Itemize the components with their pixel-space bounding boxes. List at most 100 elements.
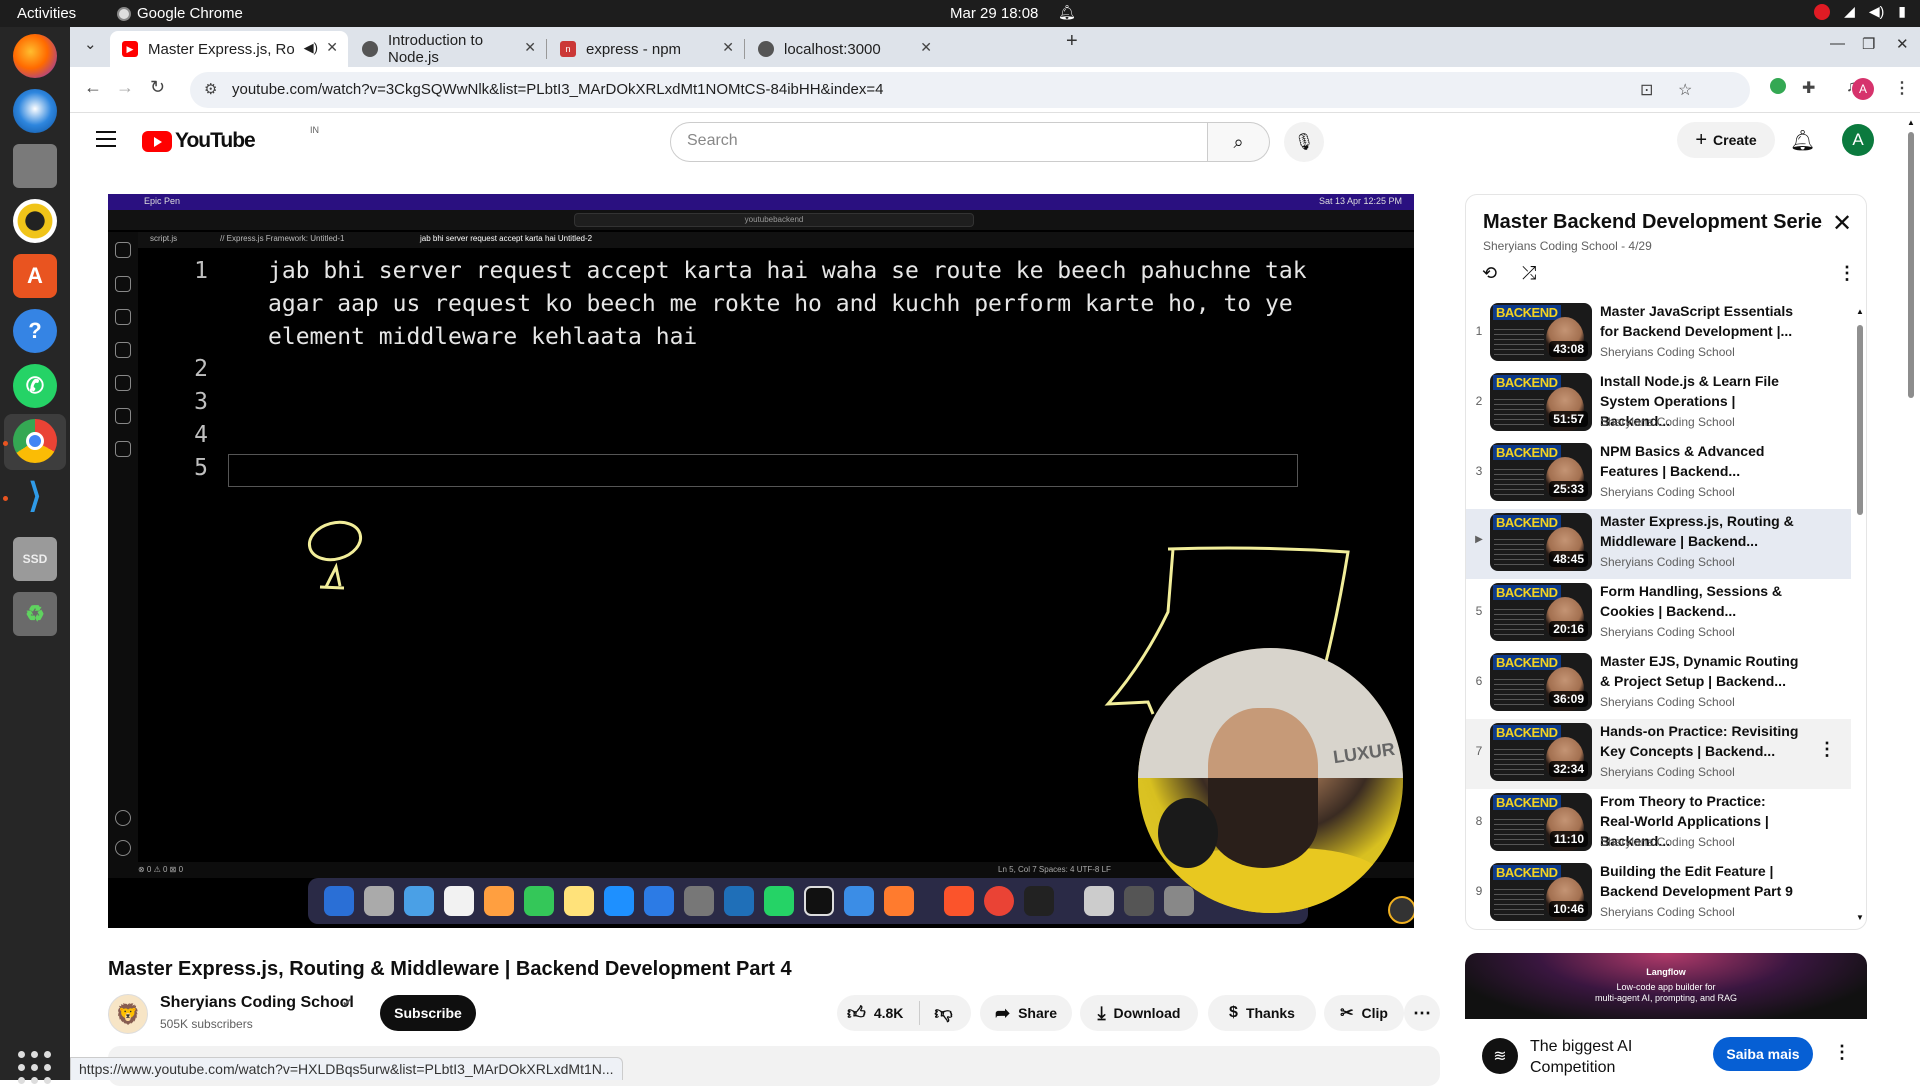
playlist-item[interactable]: 2 BACKEND 51:57 Install Node.js & Learn F… <box>1466 369 1851 439</box>
site-info-icon[interactable]: ⚙ <box>204 80 217 98</box>
chrome-menu-icon[interactable]: ⋮ <box>1894 78 1910 98</box>
share-label: Share <box>1018 1005 1057 1021</box>
advertiser-logo[interactable]: ≋ <box>1482 1038 1518 1074</box>
playlist-item[interactable]: 3 BACKEND 25:33 NPM Basics & Advanced Fea… <box>1466 439 1851 509</box>
channel-watermark[interactable] <box>1388 896 1414 924</box>
activities-button[interactable]: Activities <box>17 5 76 22</box>
close-tab-icon[interactable]: ✕ <box>524 39 536 56</box>
ad-cta-button[interactable]: Saiba mais <box>1713 1037 1813 1071</box>
playlist-scrollbar[interactable]: ▲ ▼ <box>1856 307 1864 922</box>
scroll-down-icon[interactable]: ▼ <box>1856 913 1864 922</box>
rhythmbox-icon[interactable] <box>13 199 57 243</box>
firefox-icon[interactable] <box>13 34 57 78</box>
verified-badge-icon: ✔ <box>342 995 353 1010</box>
close-playlist-icon[interactable]: ✕ <box>1832 209 1852 238</box>
whatsapp-icon[interactable]: ✆ <box>13 364 57 408</box>
thunderbird-icon[interactable] <box>13 89 57 133</box>
profile-avatar[interactable]: A <box>1852 78 1874 100</box>
playlist-video-channel: Sheryians Coding School <box>1600 345 1735 359</box>
thanks-label: Thanks <box>1245 1005 1295 1021</box>
playlist-more-icon[interactable]: ⋮ <box>1838 263 1856 284</box>
system-tray[interactable]: ◢ ◀) ▮ <box>1814 3 1906 20</box>
close-window-icon[interactable]: ✕ <box>1896 35 1909 53</box>
share-button[interactable]: ➦ Share <box>980 995 1072 1031</box>
video-thumbnail: BACKEND 11:10 <box>1490 793 1592 851</box>
minimize-icon[interactable]: — <box>1830 35 1845 52</box>
tab-youtube[interactable]: ▶ Master Express.js, Ro ◀) ✕ <box>110 31 348 67</box>
channel-name[interactable]: Sheryians Coding School <box>160 994 354 1012</box>
subscribe-button[interactable]: Subscribe <box>380 995 476 1031</box>
close-tab-icon[interactable]: ✕ <box>722 39 734 56</box>
playlist-item[interactable]: 8 BACKEND 11:10 From Theory to Practice: … <box>1466 789 1851 859</box>
audio-playing-icon[interactable]: ◀) <box>304 40 318 56</box>
clip-button[interactable]: ✂ Clip <box>1324 995 1404 1031</box>
reload-icon[interactable]: ↻ <box>150 77 165 98</box>
extension-green-icon[interactable] <box>1770 78 1786 94</box>
forward-icon[interactable]: → <box>116 77 134 98</box>
ssd-drive-icon[interactable]: SSD <box>13 537 57 581</box>
loop-playlist-icon[interactable]: ⟲ <box>1482 263 1497 284</box>
video-player[interactable]: Epic Pen Sat 13 Apr 12:25 PM youtubeback… <box>108 194 1414 928</box>
trash-icon[interactable]: ♻ <box>13 592 57 636</box>
tab-localhost[interactable]: localhost:3000 ✕ <box>746 31 942 67</box>
globe-icon <box>758 41 774 57</box>
presenter-webcam: LUXUR <box>1138 648 1403 913</box>
create-button[interactable]: + Create <box>1677 122 1775 158</box>
youtube-play-icon <box>142 130 172 152</box>
address-bar[interactable]: ⚙ youtube.com/watch?v=3CkgSQWwNlk&list=P… <box>190 72 1750 108</box>
tab-search-icon[interactable]: ⌄ <box>84 35 97 53</box>
clip-label: Clip <box>1361 1005 1388 1021</box>
like-button[interactable]: 👍︎ 4.8K <box>847 1002 903 1024</box>
scroll-up-icon[interactable]: ▲ <box>1907 118 1915 127</box>
playlist-item[interactable]: 6 BACKEND 36:09 Master EJS, Dynamic Routi… <box>1466 649 1851 719</box>
vscode-icon[interactable]: ⟩ <box>13 474 57 518</box>
clock[interactable]: Mar 29 18:08 <box>950 5 1038 22</box>
new-tab-icon[interactable]: + <box>1066 30 1078 53</box>
close-tab-icon[interactable]: ✕ <box>326 39 338 56</box>
ad-banner[interactable]: Langflow Low-code app builder for multi-… <box>1465 953 1867 1019</box>
app-center-icon[interactable]: A <box>13 254 57 298</box>
tab-express-npm[interactable]: n express - npm ✕ <box>548 31 745 67</box>
playlist-item[interactable]: 5 BACKEND 20:16 Form Handling, Sessions &… <box>1466 579 1851 649</box>
channel-avatar[interactable]: 🦁 <box>108 994 148 1034</box>
notifications-bell-icon[interactable]: 🔔︎ <box>1790 128 1815 153</box>
account-avatar[interactable]: A <box>1842 124 1874 156</box>
playlist-item-current[interactable]: ▶ BACKEND 48:45 Master Express.js, Routin… <box>1466 509 1851 579</box>
help-icon[interactable]: ? <box>13 309 57 353</box>
video-duration: 36:09 <box>1549 691 1588 707</box>
battery-icon: ▮ <box>1898 3 1906 19</box>
tab-introduction-node[interactable]: Introduction to Node.js ✕ <box>350 31 547 67</box>
install-app-icon[interactable]: ⊡ <box>1640 80 1653 100</box>
hamburger-menu-icon[interactable] <box>96 131 116 147</box>
more-actions-button[interactable]: ⋯ <box>1404 995 1440 1031</box>
playlist-title[interactable]: Master Backend Development Series... <box>1483 211 1823 234</box>
app-menu[interactable]: Google Chrome <box>117 5 243 22</box>
voice-search-button[interactable]: 🎙︎ <box>1284 122 1324 162</box>
item-more-icon[interactable]: ⋮ <box>1818 739 1836 760</box>
ad-more-icon[interactable]: ⋮ <box>1833 1042 1851 1063</box>
files-icon[interactable] <box>13 144 57 188</box>
chrome-dock-icon[interactable] <box>13 419 57 463</box>
search-input[interactable]: Search <box>670 122 1208 162</box>
thumbnail-badge: BACKEND <box>1493 585 1561 600</box>
playlist-scroll-thumb[interactable] <box>1857 325 1863 515</box>
dislike-button[interactable]: 👎︎ <box>934 1002 952 1024</box>
search-button[interactable]: ⌕ <box>1208 122 1270 162</box>
extensions-puzzle-icon[interactable]: ✚ <box>1802 78 1815 98</box>
close-tab-icon[interactable]: ✕ <box>920 39 932 56</box>
playlist-item[interactable]: 1 BACKEND 43:08 Master JavaScript Essenti… <box>1466 299 1851 369</box>
shuffle-icon[interactable]: ⤮ <box>1522 263 1536 284</box>
youtube-logo[interactable]: YouTube IN <box>142 125 319 153</box>
page-scroll-thumb[interactable] <box>1908 132 1914 398</box>
thanks-button[interactable]: $ Thanks <box>1208 995 1316 1031</box>
maximize-icon[interactable]: ❐ <box>1862 35 1875 53</box>
playlist-item[interactable]: 9 BACKEND 10:46 Building the Edit Feature… <box>1466 859 1851 929</box>
page-scrollbar[interactable]: ▲ <box>1906 118 1916 1080</box>
download-button[interactable]: ⤓ Download <box>1080 995 1198 1031</box>
bookmark-star-icon[interactable]: ☆ <box>1678 80 1692 100</box>
scroll-up-icon[interactable]: ▲ <box>1856 307 1864 316</box>
back-icon[interactable]: ← <box>84 77 102 98</box>
playlist-item-hovered[interactable]: 7 BACKEND 32:34 Hands-on Practice: Revisi… <box>1466 719 1851 789</box>
thumbnail-badge: BACKEND <box>1493 795 1561 810</box>
ad-title[interactable]: The biggest AI Competition <box>1530 1036 1690 1078</box>
